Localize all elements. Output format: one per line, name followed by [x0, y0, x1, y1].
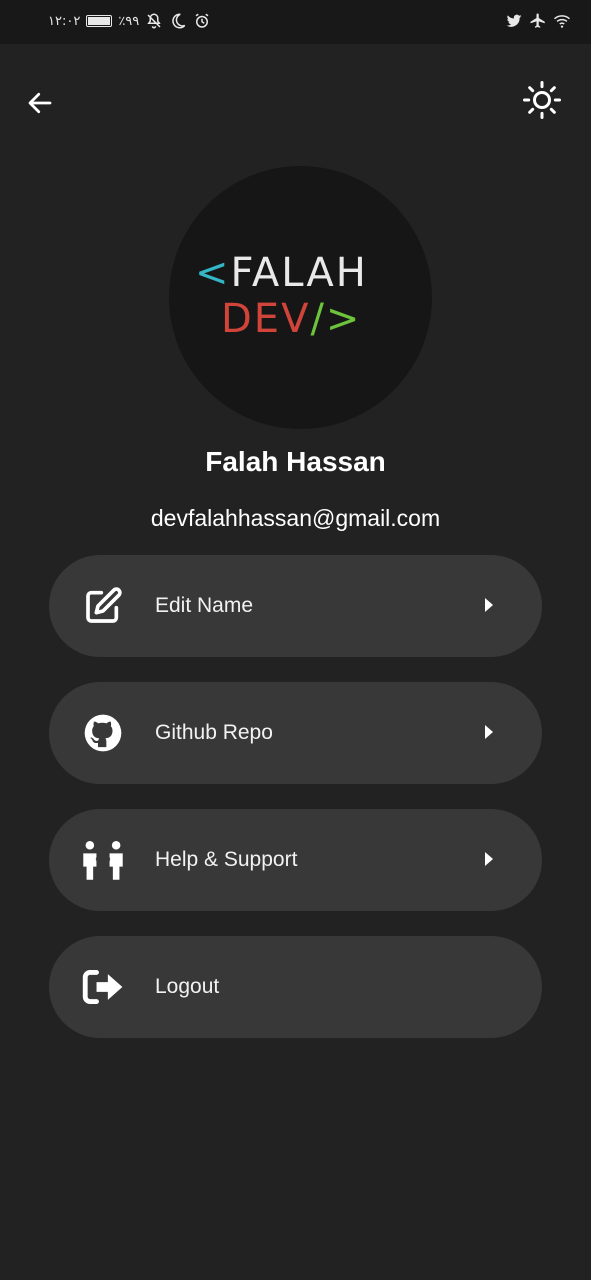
- profile-name: Falah Hassan: [205, 446, 386, 477]
- airplane-icon: [530, 13, 545, 28]
- menu-item-help-support[interactable]: Help & Support: [49, 809, 542, 911]
- twitter-icon: [506, 14, 522, 27]
- menu-item-logout[interactable]: Logout: [49, 936, 542, 1038]
- chevron-right-icon: [485, 852, 493, 866]
- chevron-right-icon: [485, 725, 493, 739]
- alarm-icon: [195, 13, 209, 28]
- github-icon: [80, 711, 126, 755]
- theme-toggle-button[interactable]: [520, 78, 564, 122]
- menu-item-edit-name[interactable]: Edit Name: [49, 555, 542, 657]
- chevron-right-icon: [485, 598, 493, 612]
- menu-item-label: Logout: [155, 975, 220, 998]
- logout-icon: [80, 965, 126, 1009]
- status-left: ۱۲:۰۲ ٪۹۹: [48, 10, 211, 32]
- wifi-icon: [554, 15, 570, 28]
- mute-icon: [147, 13, 161, 29]
- menu-item-label: Github Repo: [155, 721, 273, 744]
- moon-icon: [172, 13, 186, 29]
- edit-icon: [80, 584, 126, 628]
- falah-dev-logo: <FALAH DEV/>: [195, 250, 368, 342]
- sun-icon: [523, 81, 561, 119]
- back-button[interactable]: [22, 85, 58, 121]
- status-time: ۱۲:۰۲: [48, 13, 81, 29]
- menu-item-label: Help & Support: [155, 848, 298, 871]
- battery-percent: ٪۹۹: [118, 13, 140, 29]
- status-bar: ۱۲:۰۲ ٪۹۹: [0, 0, 591, 44]
- support-icon: [80, 838, 126, 882]
- avatar: <FALAH DEV/>: [169, 166, 432, 429]
- arrow-left-icon: [28, 92, 52, 114]
- menu-item-github-repo[interactable]: Github Repo: [49, 682, 542, 784]
- status-right: [505, 10, 571, 32]
- profile-email: devfalahhassan@gmail.com: [150, 505, 441, 531]
- battery-icon: [86, 15, 113, 27]
- menu-item-label: Edit Name: [155, 594, 254, 617]
